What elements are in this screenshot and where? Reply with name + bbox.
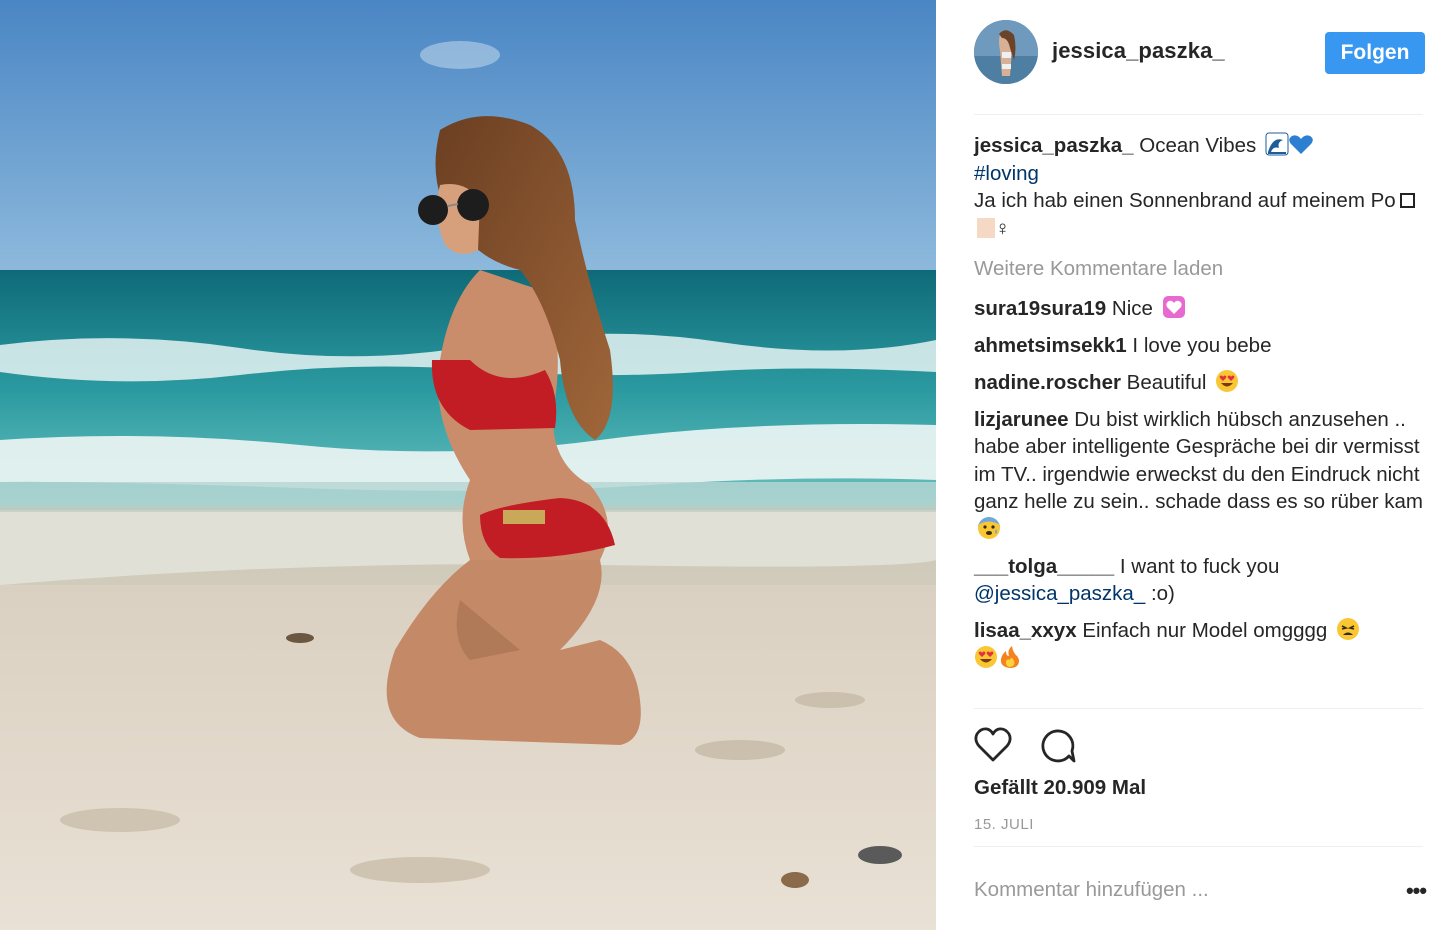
comment-bubble-icon[interactable] <box>1038 727 1076 765</box>
comment-text: Nice <box>1111 296 1153 320</box>
comment-text: Beautiful <box>1126 370 1207 394</box>
post-details-panel: jessica_paszka_ Folgen jessica_paszka_ O… <box>936 0 1440 930</box>
weary-face-emoji-icon <box>1337 618 1360 640</box>
comment-username[interactable]: lizjarunee <box>974 408 1069 431</box>
post-author-username[interactable]: jessica_paszka_ <box>1052 38 1225 64</box>
divider <box>974 114 1423 115</box>
comment-username[interactable]: sura19sura19 <box>974 297 1106 320</box>
missing-glyph-icon <box>1399 193 1415 208</box>
comment-item: lizjarunee Du bist wirklich hübsch anzus… <box>974 406 1423 544</box>
comment-item: ___tolga_____ I want to fuck you @jessic… <box>974 553 1423 608</box>
heart-ribbon-emoji-icon <box>1162 295 1185 318</box>
follow-button[interactable]: Folgen <box>1325 32 1425 74</box>
post-actions <box>974 725 1423 765</box>
like-heart-icon[interactable] <box>974 727 1012 763</box>
caption-hashtag[interactable]: #loving <box>974 162 1039 185</box>
heart-eyes-emoji-icon <box>1216 369 1239 392</box>
comment-username[interactable]: lisaa_xxyx <box>974 619 1077 642</box>
more-options-icon[interactable]: ••• <box>1401 876 1431 906</box>
comment-text: I love you bebe <box>1132 333 1272 357</box>
load-more-comments[interactable]: Weitere Kommentare laden <box>974 255 1423 283</box>
post-caption: jessica_paszka_ Ocean Vibes #loving Ja i… <box>974 132 1423 242</box>
divider <box>974 708 1423 709</box>
post-date[interactable]: 15. JULI <box>974 816 1034 833</box>
likes-count[interactable]: Gefällt 20.909 Mal <box>974 776 1146 800</box>
comment-username[interactable]: ahmetsimsekk1 <box>974 334 1127 357</box>
comment-username[interactable]: ___tolga_____ <box>974 555 1114 578</box>
heart-eyes-fire-emoji-icon <box>975 645 1019 668</box>
post-header: jessica_paszka_ Folgen <box>974 20 1425 86</box>
comment-item: lisaa_xxyx Einfach nur Model omgggg <box>974 617 1423 672</box>
wave-heart-emoji-icon <box>1265 132 1313 156</box>
comment-username[interactable]: nadine.roscher <box>974 371 1121 394</box>
comment-item: nadine.roscher Beautiful <box>974 369 1423 397</box>
caption-username[interactable]: jessica_paszka_ <box>974 134 1134 157</box>
post-photo <box>0 0 936 930</box>
anxious-face-emoji-icon <box>978 516 1000 539</box>
comment-item: sura19sura19 Nice <box>974 295 1423 323</box>
female-sign-icon: ♀ <box>995 216 1011 240</box>
beach-photo-image <box>0 0 936 930</box>
caption-text-line1: Ocean Vibes <box>1139 134 1257 157</box>
comment-item: ahmetsimsekk1 I love you bebe <box>974 332 1423 360</box>
avatar[interactable] <box>974 20 1038 84</box>
comments-list: jessica_paszka_ Ocean Vibes #loving Ja i… <box>974 132 1423 682</box>
skin-tone-icon <box>977 217 995 238</box>
add-comment-input[interactable] <box>974 872 1374 908</box>
comment-text: Einfach nur Model omgggg <box>1082 619 1328 642</box>
divider <box>974 846 1423 847</box>
comment-mention[interactable]: @jessica_paszka_ <box>974 582 1145 605</box>
comment-text: I want to fuck you <box>1119 554 1280 578</box>
caption-text-line2: Ja ich hab einen Sonnenbrand auf meinem … <box>974 189 1396 212</box>
comment-text-after: :o) <box>1150 582 1175 605</box>
